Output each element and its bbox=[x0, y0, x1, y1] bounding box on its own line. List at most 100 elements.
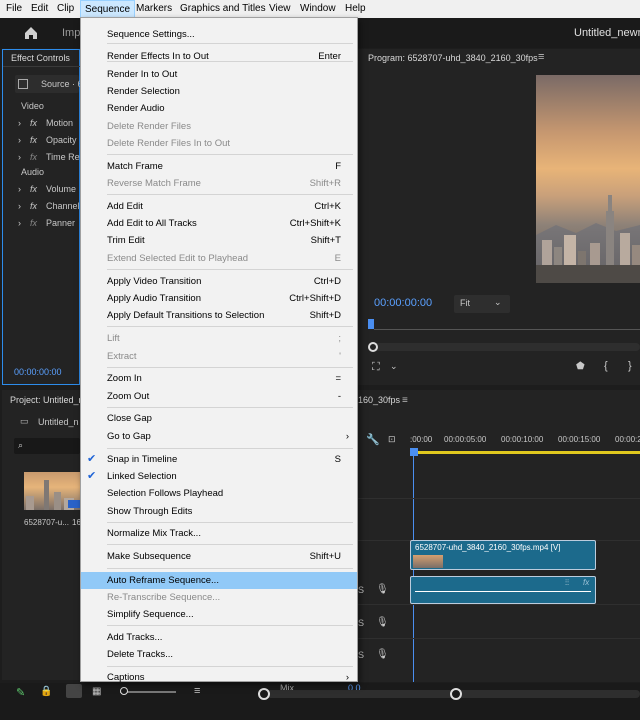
effect-row-channel[interactable]: › fx Channel bbox=[18, 199, 80, 215]
menu-item-simplify-sequence[interactable]: Simplify Sequence... bbox=[81, 606, 357, 623]
menu-item-render-audio[interactable]: Render Audio bbox=[81, 100, 357, 117]
menu-item-sequence-settings[interactable]: Sequence Settings... bbox=[81, 26, 357, 43]
menu-item-close-gap[interactable]: Close Gap bbox=[81, 410, 357, 427]
microphone-icon[interactable]: 🎙 bbox=[376, 584, 389, 595]
menu-help[interactable]: Help bbox=[341, 0, 370, 18]
menu-view[interactable]: View bbox=[265, 0, 295, 18]
pencil-icon[interactable]: ✎ bbox=[16, 686, 25, 699]
slider-handle[interactable] bbox=[120, 687, 128, 695]
menu-item-snap-in-timeline[interactable]: ✔ Snap in Timeline S bbox=[81, 451, 357, 468]
video-clip[interactable]: 6528707-uhd_3840_2160_30fps.mp4 [V] bbox=[410, 540, 596, 570]
program-monitor-title[interactable]: Program: 6528707-uhd_3840_2160_30fps bbox=[368, 53, 538, 63]
menu-item-selection-follows-playhead[interactable]: Selection Follows Playhead bbox=[81, 485, 357, 502]
scrollbar-handle-right[interactable] bbox=[450, 688, 462, 700]
microphone-icon[interactable]: 🎙 bbox=[376, 617, 389, 628]
playhead-marker[interactable] bbox=[368, 319, 374, 329]
wrench-icon[interactable]: 🔧 bbox=[366, 433, 380, 446]
track-solo-label[interactable]: S bbox=[358, 618, 364, 628]
menu-separator bbox=[107, 666, 353, 667]
effect-row-panner[interactable]: › fx Panner bbox=[18, 216, 78, 232]
expand-chevron-icon[interactable]: › bbox=[18, 201, 21, 211]
menu-sequence[interactable]: Sequence bbox=[80, 0, 136, 18]
chevron-down-icon[interactable]: ⌄ bbox=[390, 361, 398, 372]
fit-dropdown[interactable]: Fit ⌄ bbox=[454, 295, 510, 313]
menu-graphics-and-titles[interactable]: Graphics and Titles bbox=[176, 0, 270, 18]
panel-menu-icon[interactable]: ≡ bbox=[402, 395, 408, 406]
clip-thumbnail[interactable] bbox=[24, 472, 80, 510]
menu-item-show-through-edits[interactable]: Show Through Edits bbox=[81, 503, 357, 520]
menu-item-add-tracks[interactable]: Add Tracks... bbox=[81, 629, 357, 646]
menu-item-normalize-mix-track[interactable]: Normalize Mix Track... bbox=[81, 525, 357, 542]
menu-item-match-frame[interactable]: Match Frame F bbox=[81, 158, 357, 175]
menu-file[interactable]: File bbox=[2, 0, 26, 18]
menu-item-render-effects-in-to-out[interactable]: Render Effects In to Out Enter bbox=[81, 48, 357, 65]
menu-item-linked-selection[interactable]: ✔ Linked Selection bbox=[81, 468, 357, 485]
effect-row-time-remapping[interactable]: › fx Time Re bbox=[18, 150, 80, 166]
work-area-bar[interactable] bbox=[410, 451, 640, 454]
effect-row-motion[interactable]: › fx Motion bbox=[18, 116, 78, 132]
menu-window[interactable]: Window bbox=[296, 0, 340, 18]
effect-controls-title[interactable]: Effect Controls bbox=[11, 53, 70, 63]
track-solo-label[interactable]: S bbox=[358, 650, 364, 660]
list-view-icon[interactable] bbox=[66, 684, 82, 698]
menu-item-trim-edit[interactable]: Trim Edit Shift+T bbox=[81, 232, 357, 249]
program-ruler[interactable] bbox=[368, 319, 640, 333]
menu-item-apply-default-transitions-to-selection[interactable]: Apply Default Transitions to Selection Sh… bbox=[81, 307, 357, 324]
panel-menu-icon[interactable]: ≡ bbox=[538, 51, 544, 63]
audio-volume-line[interactable] bbox=[415, 591, 591, 592]
menu-item-captions[interactable]: Captions › bbox=[81, 669, 357, 686]
audio-clip[interactable]: ⫶⫶ fx bbox=[410, 576, 596, 604]
track-solo-label[interactable]: S bbox=[358, 585, 364, 595]
add-marker-icon[interactable]: ⬟ bbox=[576, 361, 585, 372]
effect-row-opacity[interactable]: › fx Opacity bbox=[18, 133, 78, 149]
menu-item-delete-tracks[interactable]: Delete Tracks... bbox=[81, 646, 357, 663]
menu-clip[interactable]: Clip bbox=[53, 0, 78, 18]
project-panel-title[interactable]: Project: Untitled_n bbox=[10, 395, 84, 405]
menu-item-render-selection[interactable]: Render Selection bbox=[81, 83, 357, 100]
expand-chevron-icon[interactable]: › bbox=[18, 118, 21, 128]
menu-icon[interactable]: ≡ bbox=[194, 685, 200, 697]
menu-item-zoom-out[interactable]: Zoom Out - bbox=[81, 388, 357, 405]
menu-item-apply-video-transition[interactable]: Apply Video Transition Ctrl+D bbox=[81, 273, 357, 290]
sequence-menu: Sequence Settings... Render Effects In to… bbox=[80, 17, 358, 683]
menu-item-add-edit-to-all-tracks[interactable]: Add Edit to All Tracks Ctrl+Shift+K bbox=[81, 215, 357, 232]
home-icon[interactable] bbox=[22, 24, 40, 42]
menu-item-zoom-in[interactable]: Zoom In = bbox=[81, 370, 357, 387]
menu-edit[interactable]: Edit bbox=[27, 0, 52, 18]
menu-item-add-edit[interactable]: Add Edit Ctrl+K bbox=[81, 198, 357, 215]
timeline-playhead-marker[interactable] bbox=[410, 448, 418, 456]
menu-item-make-subsequence[interactable]: Make Subsequence Shift+U bbox=[81, 548, 357, 565]
mark-out-icon[interactable]: } bbox=[628, 360, 632, 372]
program-timecode[interactable]: 00:00:00:00 bbox=[374, 297, 432, 309]
sequence-tab[interactable]: 160_30fps bbox=[358, 395, 400, 405]
menu-item-apply-audio-transition[interactable]: Apply Audio Transition Ctrl+Shift+D bbox=[81, 290, 357, 307]
menu-item-shortcut: - bbox=[337, 391, 341, 402]
program-video-frame[interactable] bbox=[536, 75, 640, 283]
effect-row-volume[interactable]: › fx Volume bbox=[18, 182, 78, 198]
microphone-icon[interactable]: 🎙 bbox=[376, 649, 389, 660]
program-zoom-scrollbar[interactable] bbox=[368, 342, 640, 352]
expand-chevron-icon[interactable]: › bbox=[18, 152, 21, 162]
source-dropdown[interactable]: Source · 6 bbox=[15, 75, 83, 93]
mark-in-icon[interactable]: { bbox=[604, 360, 608, 372]
effect-controls-timecode[interactable]: 00:00:00:00 bbox=[14, 367, 62, 377]
scrollbar-handle[interactable] bbox=[368, 342, 378, 352]
timeline-ruler[interactable]: :00:00 00:00:05:00 00:00:10:00 00:00:15:… bbox=[410, 430, 640, 454]
menu-item-auto-reframe-sequence[interactable]: Auto Reframe Sequence... bbox=[81, 572, 357, 589]
project-search-input[interactable]: ⌕ bbox=[14, 438, 80, 454]
safe-margins-icon[interactable]: ⛶ bbox=[372, 361, 380, 374]
expand-chevron-icon[interactable]: › bbox=[18, 218, 21, 228]
timeline-zoom-scrollbar[interactable] bbox=[258, 688, 640, 700]
scrollbar-handle-left[interactable] bbox=[258, 688, 270, 700]
captions-icon[interactable]: ⊡ bbox=[388, 434, 396, 445]
icon-view-icon[interactable]: ▦ bbox=[92, 686, 101, 697]
lock-icon[interactable]: 🔒 bbox=[40, 686, 52, 697]
menu-item-go-to-gap[interactable]: Go to Gap › bbox=[81, 428, 357, 445]
expand-chevron-icon[interactable]: › bbox=[18, 135, 21, 145]
menu-item-render-in-to-out[interactable]: Render In to Out bbox=[81, 66, 357, 83]
expand-chevron-icon[interactable]: › bbox=[18, 184, 21, 194]
menu-item-label: Add Edit bbox=[107, 201, 143, 212]
thumbnail-size-slider[interactable] bbox=[120, 687, 176, 695]
menu-markers[interactable]: Markers bbox=[132, 0, 176, 18]
import-tab[interactable]: Imp bbox=[62, 27, 80, 39]
